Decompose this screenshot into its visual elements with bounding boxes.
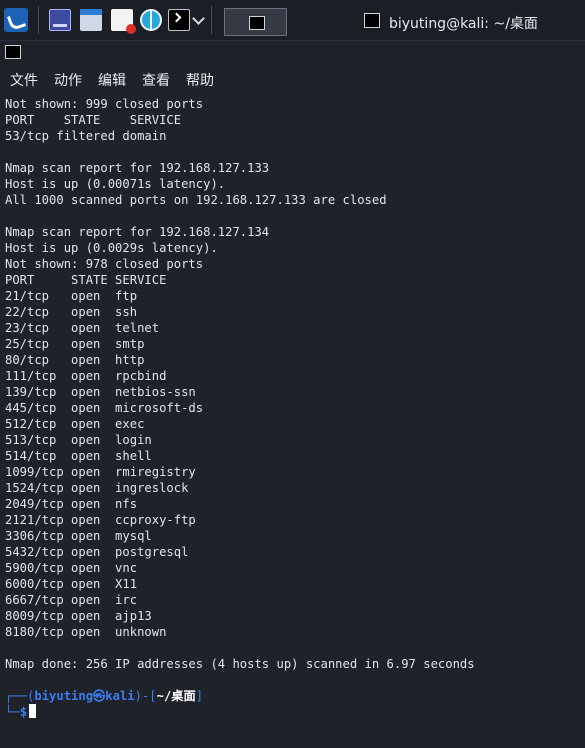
terminal-line: 2121/tcp open ccproxy-ftp [5,513,196,527]
terminal-line: 80/tcp open http [5,353,145,367]
terminal-output[interactable]: Not shown: 999 closed ports PORT STATE SE… [0,96,585,748]
text-editor-icon[interactable] [111,9,136,34]
terminal-line: Not shown: 978 closed ports [5,257,204,271]
prompt-corner: ┌──( [5,689,35,703]
terminal-line: 23/tcp open telnet [5,321,160,335]
terminal-line: 8180/tcp open unknown [5,625,167,639]
top-panel: biyuting@kali: ~/桌面 [0,0,585,41]
menu-help[interactable]: 帮助 [186,70,214,90]
menu-bar: 文件 动作 编辑 查看 帮助 [0,70,585,92]
terminal-line: 6000/tcp open X11 [5,577,138,591]
menu-view[interactable]: 查看 [142,70,170,90]
terminal-line: PORT STATE SERVICE [5,273,167,287]
file-manager-icon[interactable] [80,9,102,31]
prompt-user-host: biyuting㉿kali [34,689,135,703]
terminal-line: 514/tcp open shell [5,449,152,463]
menu-edit[interactable]: 编辑 [98,70,126,90]
panel-separator [211,6,212,34]
terminal-line: 8009/tcp open ajp13 [5,609,152,623]
workspace-icon[interactable] [49,9,71,31]
panel-separator [38,6,39,34]
prompt-symbol: $ [19,705,28,719]
terminal-line: 513/tcp open login [5,433,152,447]
terminal-line: All 1000 scanned ports on 192.168.127.13… [5,193,387,207]
prompt-path: ~/桌面 [156,689,196,703]
terminal-icon [249,16,265,30]
terminal-icon[interactable] [168,9,190,31]
input-line[interactable]: └─$ [5,704,37,720]
terminal-icon [364,13,380,28]
chevron-down-icon[interactable] [192,12,205,25]
terminal-line: 1099/tcp open rmiregistry [5,465,196,479]
terminal-line: Host is up (0.00071s latency). [5,177,226,191]
terminal-line: 22/tcp open ssh [5,305,138,319]
terminal-line: Host is up (0.0029s latency). [5,241,218,255]
terminal-line: 139/tcp open netbios-ssn [5,385,196,399]
terminal-line: 21/tcp open ftp [5,289,138,303]
terminal-line: Not shown: 999 closed ports [5,97,204,111]
terminal-line: 111/tcp open rpcbind [5,369,167,383]
workspace-preview[interactable] [224,8,287,36]
terminal-line: 2049/tcp open nfs [5,497,138,511]
terminal-line: 25/tcp open smtp [5,337,145,351]
prompt-separator: )-[ [134,689,157,703]
terminal-line: 53/tcp filtered domain [5,129,167,143]
terminal-line: 512/tcp open exec [5,417,145,431]
active-window-task[interactable]: biyuting@kali: ~/桌面 [360,0,585,40]
terminal-line: Nmap scan report for 192.168.127.133 [5,161,270,175]
window-terminal-icon [5,45,21,59]
terminal-line: 445/tcp open microsoft-ds [5,401,204,415]
terminal-line: 1524/tcp open ingreslock [5,481,189,495]
web-browser-icon[interactable] [140,9,162,31]
menu-file[interactable]: 文件 [10,70,38,90]
prompt-bracket: ] [195,689,204,703]
prompt-line: ┌──(biyuting㉿kali)-[~/桌面] [5,688,203,704]
terminal-line: 6667/tcp open irc [5,593,138,607]
window-title: biyuting@kali: ~/桌面 [389,16,538,32]
terminal-line: PORT STATE SERVICE [5,113,182,127]
prompt-corner: └─ [5,705,20,719]
terminal-line: Nmap done: 256 IP addresses (4 hosts up)… [5,657,475,671]
text-cursor [29,704,37,718]
kali-menu-icon[interactable] [4,8,28,32]
terminal-line: 3306/tcp open mysql [5,529,152,543]
terminal-line: 5900/tcp open vnc [5,561,138,575]
terminal-line: 5432/tcp open postgresql [5,545,189,559]
terminal-line: Nmap scan report for 192.168.127.134 [5,225,270,239]
menu-actions[interactable]: 动作 [54,70,82,90]
